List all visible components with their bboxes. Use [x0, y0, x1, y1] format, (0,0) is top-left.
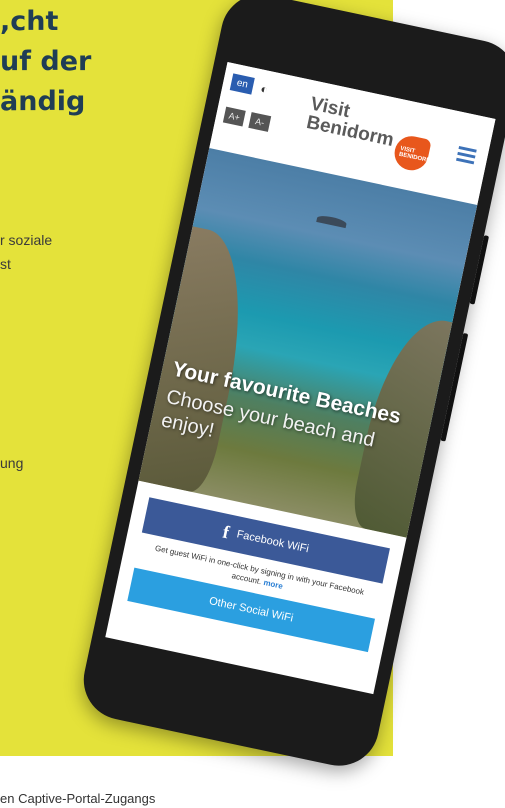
phone-frame: en ◐ A+ A- Visit Benidorm VISIT BENIDORM…: [76, 0, 505, 774]
more-link[interactable]: more: [263, 578, 284, 591]
font-decrease-button[interactable]: A-: [248, 112, 272, 132]
logo-mark-text: VISIT BENIDORM: [398, 145, 432, 165]
logo-line-2: Benidorm: [304, 111, 396, 151]
contrast-icon[interactable]: ◐: [259, 82, 269, 97]
logo-text: Visit Benidorm: [304, 93, 400, 151]
cliff-left: [138, 222, 262, 496]
facebook-icon: f: [221, 521, 232, 542]
hamburger-icon[interactable]: [455, 145, 477, 167]
volume-button: [469, 235, 490, 305]
phone-screen: en ◐ A+ A- Visit Benidorm VISIT BENIDORM…: [105, 61, 496, 695]
font-increase-button[interactable]: A+: [222, 106, 246, 127]
phone-frame-wrapper: en ◐ A+ A- Visit Benidorm VISIT BENIDORM…: [0, 0, 505, 808]
cliff-right: [347, 309, 478, 538]
logo-mark-icon: VISIT BENIDORM: [391, 133, 432, 174]
visit-benidorm-logo[interactable]: Visit Benidorm VISIT BENIDORM: [300, 93, 438, 179]
language-selector[interactable]: en: [229, 73, 255, 95]
facebook-wifi-label: Facebook WiFi: [235, 528, 310, 556]
islet-shape: [316, 214, 348, 229]
hero-banner: Your favourite Beaches Choose your beach…: [138, 148, 478, 538]
